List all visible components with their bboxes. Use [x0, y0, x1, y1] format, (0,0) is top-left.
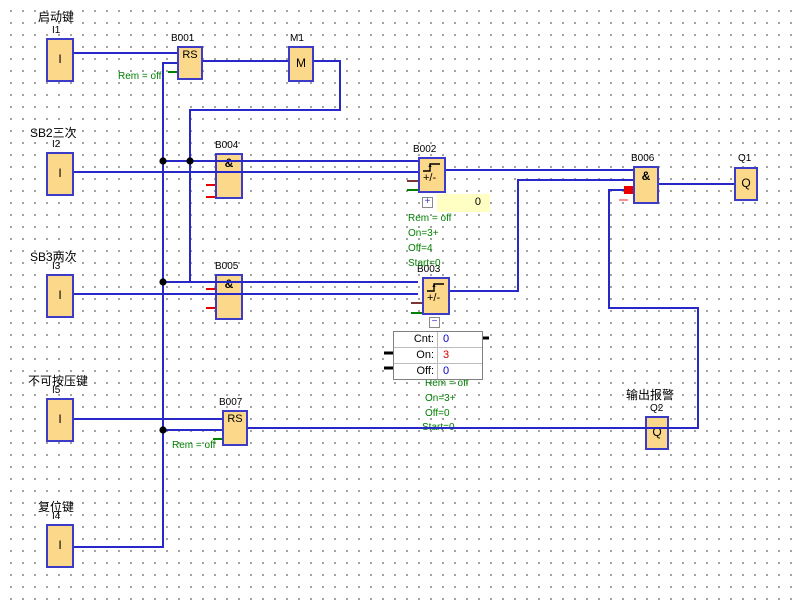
fbd-canvas: 启动键SB2三次SB3两次不可按压键输出报警复位键I1B001M1I2B004B… [0, 0, 792, 604]
param-value: 3 [438, 348, 482, 363]
param-label: On: [394, 348, 438, 363]
wire-m1-feedback[interactable] [190, 61, 340, 161]
param-row: Off:0 [394, 364, 482, 379]
junction-dot [186, 157, 193, 164]
junction-dot [159, 426, 166, 433]
junction-dot [159, 278, 166, 285]
param-label: Off: [394, 364, 438, 379]
param-row: On:3 [394, 348, 482, 364]
param-value: 0 [438, 332, 482, 347]
negated-input-marker [624, 186, 633, 194]
param-row: Cnt:0 [394, 332, 482, 348]
param-label: Cnt: [394, 332, 438, 347]
expand-button[interactable]: + [422, 197, 433, 208]
wire-b007-to-q2-b006[interactable] [248, 190, 698, 428]
wiring-overlay [0, 0, 792, 604]
wire-b003-to-b006[interactable] [450, 180, 633, 291]
param-value: 0 [438, 364, 482, 379]
junction-dot [159, 157, 166, 164]
collapse-button[interactable]: − [429, 317, 440, 328]
counter-param-table: Cnt:0On:3Off:0 [393, 331, 483, 380]
wire-reset-vertical[interactable] [74, 63, 177, 547]
